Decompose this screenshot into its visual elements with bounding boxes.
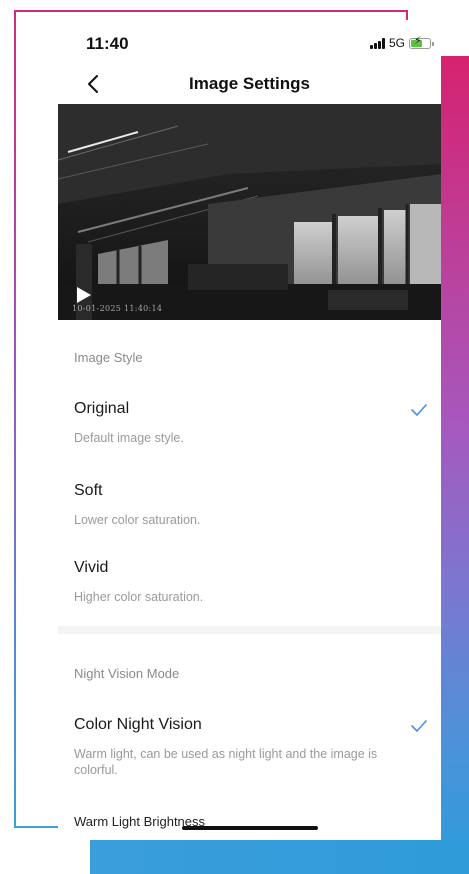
frame-outline-top	[14, 10, 408, 12]
option-color-night-vision[interactable]: Color Night Vision Warm light, can be us…	[58, 716, 441, 782]
frame-outline-left	[14, 10, 16, 828]
battery-charging-icon: ⚡	[409, 35, 434, 49]
section-divider	[58, 626, 441, 634]
option-description: Default image style.	[74, 431, 184, 445]
page-title: Image Settings	[189, 74, 310, 93]
section-header-image-style: Image Style	[74, 350, 143, 365]
option-description: Higher color saturation.	[74, 590, 204, 604]
status-time: 11:40	[86, 34, 129, 53]
gradient-bar-bottom	[90, 840, 469, 874]
option-original[interactable]: Original Default image style.	[58, 400, 441, 456]
phone-screen: 11:40 5G ⚡ Image Settings 10-01-2025 11:…	[58, 22, 441, 840]
option-soft[interactable]: Soft Lower color saturation.	[58, 482, 441, 538]
frame-outline-stub	[406, 10, 408, 20]
checkmark-icon	[411, 404, 427, 416]
decorated-frame: 11:40 5G ⚡ Image Settings 10-01-2025 11:…	[0, 0, 469, 874]
option-description: Lower color saturation.	[74, 513, 201, 527]
camera-preview[interactable]: 10-01-2025 11:40:14	[58, 104, 441, 320]
home-indicator	[182, 826, 318, 830]
navigation-bar: Image Settings	[58, 66, 441, 106]
gradient-bar-right	[441, 56, 469, 874]
option-title: Soft	[74, 482, 103, 499]
status-indicators: 5G ⚡	[369, 35, 434, 50]
chevron-left-icon[interactable]	[82, 72, 106, 96]
option-vivid[interactable]: Vivid Higher color saturation.	[58, 559, 441, 615]
status-bar: 11:40 5G ⚡	[58, 22, 441, 62]
checkmark-icon	[411, 720, 427, 732]
option-title: Vivid	[74, 559, 109, 576]
camera-preview-image	[58, 104, 441, 320]
option-description: Warm light, can be used as night light a…	[74, 747, 378, 777]
preview-timestamp: 10-01-2025 11:40:14	[72, 304, 163, 313]
network-type: 5G	[388, 36, 405, 50]
play-icon[interactable]	[76, 286, 92, 304]
section-header-night-vision: Night Vision Mode	[74, 666, 180, 681]
cellular-signal-icon	[369, 37, 385, 49]
option-title: Color Night Vision	[74, 716, 202, 733]
option-title: Original	[74, 400, 130, 417]
